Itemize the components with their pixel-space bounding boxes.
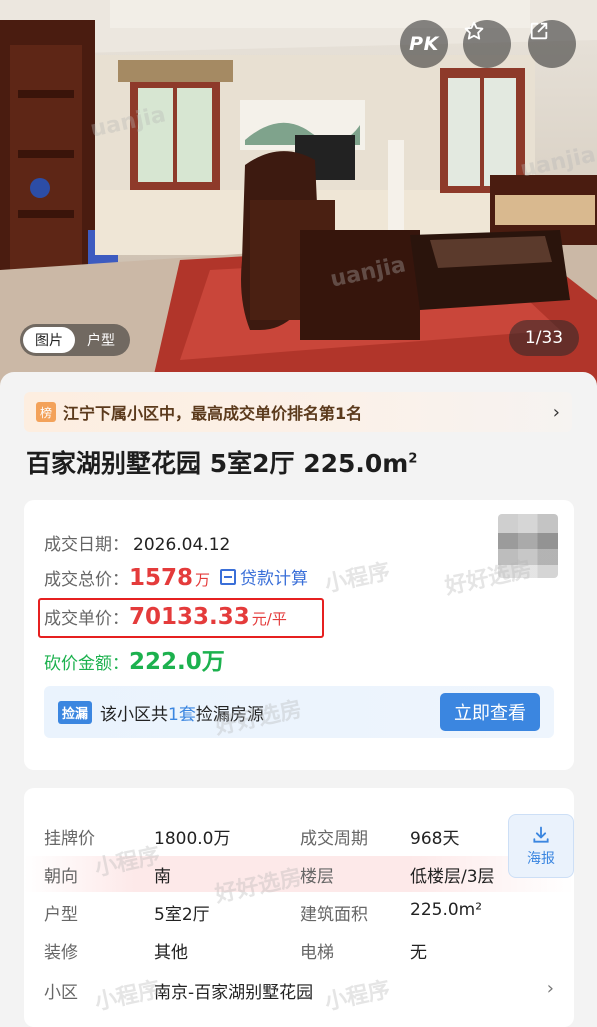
unit-price-value: 70133.33 [129,604,250,630]
deal-total-label: 成交总价： [44,569,129,590]
floor-label: 楼层 [300,867,334,887]
info-row: 挂牌价 1800.0万 成交周期 968天 [24,818,574,854]
listing-price-label: 挂牌价 [44,829,95,849]
unit-price-unit: 元/平 [251,610,287,628]
layout-label: 户型 [44,905,78,925]
listing-price-value: 1800.0万 [154,829,231,849]
agent-avatar[interactable] [498,514,558,578]
orientation-label: 朝向 [44,867,78,887]
deal-card: 成交日期： 2026.04.12 成交总价： 1578 万 贷款计算 成交单价：… [24,500,574,770]
info-row: 装修 其他 电梯 无 [24,932,574,968]
rank-text: 江宁下属小区中，最高成交单价排名第1名 [63,404,363,423]
deal-date-label: 成交日期： [44,535,129,555]
chevron-right-icon: › [552,401,560,423]
poster-label: 海报 [527,850,555,867]
page-title: 百家湖别墅花园 5室2厅 225.0m2 [26,449,418,478]
download-icon [533,826,549,843]
deal-cycle-value: 968天 [410,829,460,849]
area-value: 225.0m² [410,900,483,920]
layout-value: 5室2厅 [154,905,210,925]
bargain-listing-bar: 捡漏 该小区共1套捡漏房源 立即查看 [44,686,554,738]
share-button[interactable] [528,20,576,68]
deal-date-row: 成交日期： 2026.04.12 [44,530,230,555]
info-row: 户型 5室2厅 建筑面积 225.0m² [24,894,574,930]
deal-total-unit: 万 [195,570,211,589]
floor-value: 低楼层/3层 [410,867,495,887]
tab-photos[interactable]: 图片 [23,327,75,353]
elevator-value: 无 [410,943,427,963]
decoration-value: 其他 [154,943,188,963]
area-label: 建筑面积 [300,905,368,925]
photo-counter: 1/33 [509,320,579,356]
community-value: 南京-百家湖别墅花园 [154,983,314,1003]
community-row[interactable]: 小区 南京-百家湖别墅花园 › [24,972,574,1008]
share-icon [530,22,548,40]
deal-cycle-label: 成交周期 [300,829,368,849]
deal-date-value: 2026.04.12 [133,535,231,555]
star-icon [464,21,484,40]
calculator-icon [220,568,237,585]
deal-unit-price-row: 成交单价： 70133.33 元/平 [44,604,287,630]
community-label: 小区 [44,983,78,1003]
orientation-value: 南 [154,867,171,887]
tab-floorplan[interactable]: 户型 [75,327,127,353]
bargain-tag: 捡漏 [58,700,93,724]
loan-link-label: 贷款计算 [240,569,309,589]
listing-photo[interactable]: uanjia uanjia uanjia PK 图片 户型 1/33 [0,0,597,392]
deal-total-value: 1578 [129,564,194,591]
cut-amount-value: 222.0万 [129,649,225,675]
bargain-text: 该小区共1套捡漏房源 [100,704,264,725]
deal-total-row: 成交总价： 1578 万 贷款计算 [44,564,308,591]
media-tabs: 图片 户型 [20,324,130,356]
poster-button[interactable]: 海报 [508,814,574,878]
decoration-label: 装修 [44,943,78,963]
info-row: 朝向 南 楼层 低楼层/3层 [24,856,574,892]
favorite-button[interactable] [463,20,511,68]
cut-amount-label: 砍价金额： [44,654,129,674]
chevron-right-icon: › [546,978,554,999]
elevator-label: 电梯 [300,943,334,963]
rank-badge: 榜 [36,402,56,422]
view-now-button[interactable]: 立即查看 [440,693,540,731]
cut-amount-row: 砍价金额： 222.0万 [44,642,225,676]
loan-calculator-link[interactable]: 贷款计算 [220,564,308,589]
content-sheet: 榜 江宁下属小区中，最高成交单价排名第1名 › 百家湖别墅花园 5室2厅 225… [0,372,597,1027]
watermark: 小程序 [322,559,393,598]
rank-banner[interactable]: 榜 江宁下属小区中，最高成交单价排名第1名 › [24,392,572,432]
unit-price-label: 成交单价： [44,609,129,629]
property-info-card: 挂牌价 1800.0万 成交周期 968天 朝向 南 楼层 低楼层/3层 户型 … [24,788,574,1027]
pk-compare-button[interactable]: PK [400,20,448,68]
